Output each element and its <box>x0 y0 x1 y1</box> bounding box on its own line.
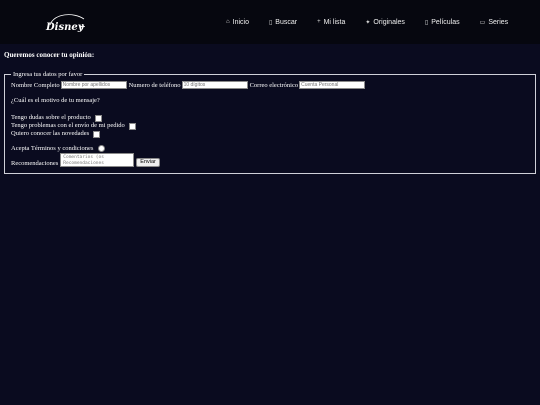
option-label: Quiero conocer las novedades <box>11 130 90 137</box>
recommendations-row: Recomendaciones Comentarios (os Recomend… <box>11 153 529 167</box>
nav-item-mi-lista[interactable]: + Mi lista <box>317 19 345 26</box>
top-navigation-bar: Disney + ⌂ Inicio ▯ Buscar + Mi lista ✦ … <box>0 0 540 44</box>
plus-icon: + <box>317 19 321 25</box>
nav-label: Buscar <box>275 18 298 26</box>
nav-label: Series <box>488 18 509 26</box>
terms-label: Acepta Términos y condiciones <box>11 145 94 152</box>
terms-row: Acepta Términos y condiciones <box>11 145 529 152</box>
option-item: Tengo problemas con el envío de mi pedid… <box>11 122 529 130</box>
page-title: Queremos conocer tu opinión: <box>4 51 95 59</box>
reason-options: Tengo dudas sobre el producto Tengo prob… <box>11 114 529 138</box>
home-icon: ⌂ <box>226 19 230 25</box>
star-icon: ✦ <box>365 19 371 26</box>
submit-button[interactable]: Enviar <box>136 158 160 167</box>
contact-fields-row: Nombre Completo Numero de teléfono Corre… <box>11 81 529 89</box>
nav-item-inicio[interactable]: ⌂ Inicio <box>226 19 249 26</box>
reason-question: ¿Cuál es el motivo de tu mensaje? <box>11 97 100 104</box>
phone-input[interactable] <box>181 81 248 89</box>
tv-icon: ▭ <box>479 19 486 26</box>
shipping-problem-checkbox[interactable] <box>128 122 136 130</box>
nav-label: Películas <box>431 18 460 26</box>
nav-item-peliculas[interactable]: ▯ Películas <box>425 19 460 26</box>
movie-icon: ▯ <box>424 19 429 26</box>
email-input[interactable] <box>299 81 366 89</box>
full-name-input[interactable] <box>60 81 127 89</box>
option-label: Tengo problemas con el envío de mi pedid… <box>11 122 125 129</box>
nav-label: Inicio <box>232 18 249 26</box>
recommendations-textarea[interactable]: Comentarios (os Recomendaciones <box>60 153 135 167</box>
disney-plus-logo[interactable]: Disney + <box>44 9 88 35</box>
svg-text:+: + <box>79 22 86 31</box>
nav-item-series[interactable]: ▭ Series <box>480 19 509 26</box>
nav-item-buscar[interactable]: ▯ Buscar <box>269 19 297 26</box>
nav-label: Originales <box>373 18 405 26</box>
terms-radio[interactable] <box>98 145 106 152</box>
feedback-section: Queremos conocer tu opinión: Ingresa tus… <box>4 51 536 174</box>
main-nav: ⌂ Inicio ▯ Buscar + Mi lista ✦ Originale… <box>226 15 528 29</box>
news-checkbox[interactable] <box>93 130 101 138</box>
recommendations-label: Recomendaciones <box>11 160 59 167</box>
product-doubts-checkbox[interactable] <box>94 114 102 122</box>
nav-label: Mi lista <box>323 18 346 26</box>
phone-label: Numero de teléfono <box>128 81 181 89</box>
name-label: Nombre Completo <box>11 81 60 89</box>
email-label: Correo electrónico <box>249 81 299 89</box>
search-icon: ▯ <box>268 19 273 26</box>
option-item: Tengo dudas sobre el producto <box>11 114 529 122</box>
option-label: Tengo dudas sobre el producto <box>11 114 91 121</box>
nav-item-originales[interactable]: ✦ Originales <box>365 19 405 26</box>
feedback-form: Ingresa tus datos por favor Nombre Compl… <box>4 71 536 174</box>
option-item: Quiero conocer las novedades <box>11 130 529 138</box>
form-legend: Ingresa tus datos por favor <box>13 71 83 78</box>
